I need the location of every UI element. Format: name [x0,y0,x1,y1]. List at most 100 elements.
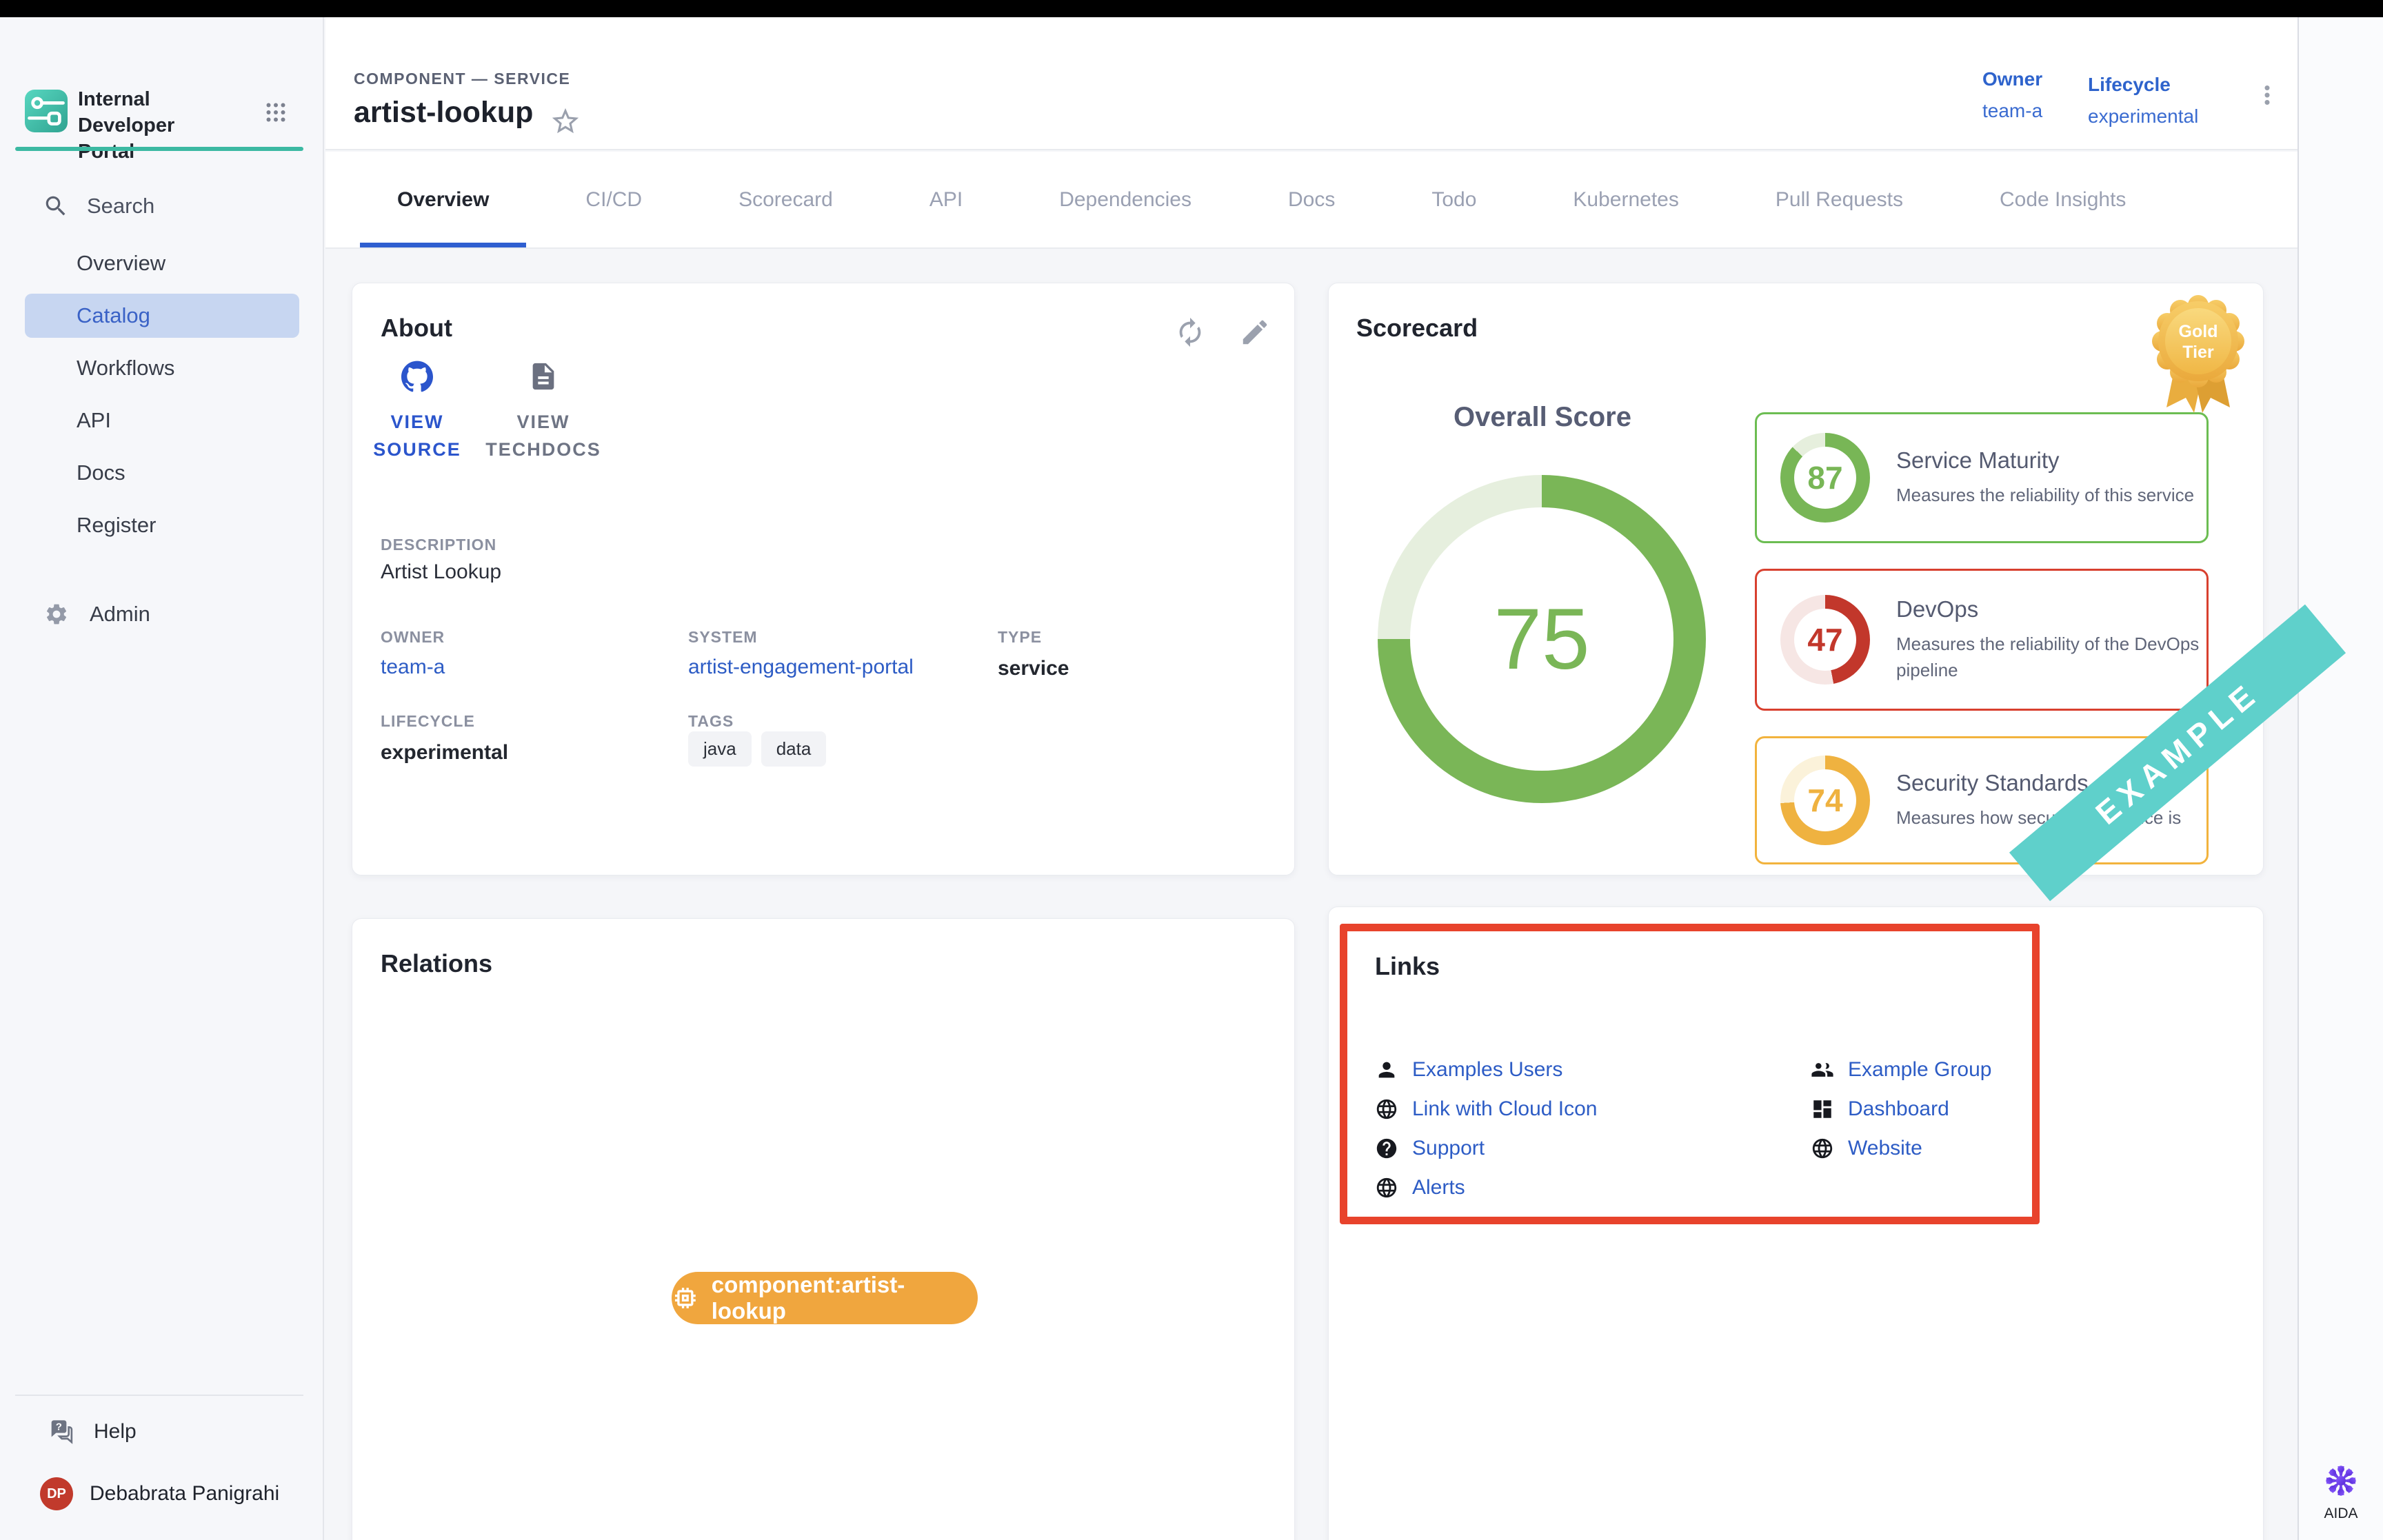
links-heading: Links [1375,952,1440,981]
lifecycle-field-value: experimental [381,741,508,764]
link-support[interactable]: Support [1375,1128,1597,1168]
link-dashboard[interactable]: Dashboard [1811,1089,1991,1128]
favorite-star-icon[interactable] [550,105,581,137]
relations-entity-chip[interactable]: component:artist-lookup [672,1272,978,1324]
sidebar-item-api[interactable]: API [25,398,299,443]
links-column-right: Example Group Dashboard We [1811,1050,1991,1168]
owner-field-link[interactable]: team-a [381,656,445,679]
document-icon [527,361,559,392]
about-heading: About [381,314,452,343]
help-label: Help [94,1420,137,1443]
app-logo[interactable] [25,90,68,132]
breadcrumb: COMPONENT — SERVICE [354,70,570,88]
system-field-link[interactable]: artist-engagement-portal [688,656,914,679]
tab-kubernetes[interactable]: Kubernetes [1525,152,1727,247]
globe-icon [1375,1097,1398,1121]
link-website[interactable]: Website [1811,1128,1991,1168]
tab-api[interactable]: API [881,152,1011,247]
type-field-value: service [998,657,1069,680]
links-column-left: Examples Users Link with Cloud Icon [1375,1050,1597,1207]
tab-todo[interactable]: Todo [1383,152,1525,247]
tab-code-insights[interactable]: Code Insights [1951,152,2174,247]
dashboard-icon [1811,1097,1834,1121]
tags-row: java data [688,731,826,767]
lifecycle-value: experimental [2088,105,2198,128]
tab-scorecard[interactable]: Scorecard [690,152,881,247]
lifecycle-field-label: LIFECYCLE [381,712,475,731]
aida-label: AIDA [2324,1506,2357,1522]
sidebar-item-overview[interactable]: Overview [25,241,299,285]
tab-overview[interactable]: Overview [349,152,537,247]
score-title: DevOps [1896,596,2206,622]
help-chat-icon: ? [47,1418,74,1446]
link-alerts[interactable]: Alerts [1375,1168,1597,1207]
view-techdocs-button[interactable]: VIEW TECHDOCS [481,361,605,463]
main-area: COMPONENT — SERVICE artist-lookup Owner … [325,17,2297,1540]
link-cloud[interactable]: Link with Cloud Icon [1375,1089,1597,1128]
edit-pencil-icon[interactable] [1239,316,1271,348]
sidebar-divider [15,1395,303,1396]
link-examples-users[interactable]: Examples Users [1375,1050,1597,1089]
content-area: About VIEW SOURCE [325,250,2297,1540]
svg-text:?: ? [56,1421,62,1433]
tab-pull-requests[interactable]: Pull Requests [1727,152,1951,247]
tag-chip: java [688,731,752,767]
right-rail: AIDA [2297,17,2383,1540]
link-example-group[interactable]: Example Group [1811,1050,1991,1089]
top-black-bar [0,0,2383,17]
score-ring: 47 [1780,595,1870,685]
sidebar-item-docs[interactable]: Docs [25,451,299,495]
page-title: artist-lookup [354,96,533,130]
relations-chip-label: component:artist-lookup [712,1272,978,1324]
sidebar: Internal Developer Portal Search Overvie… [0,17,324,1540]
sidebar-search[interactable]: Search [43,193,154,219]
group-icon [1811,1058,1834,1082]
sidebar-accent-divider [15,147,303,151]
about-card: About VIEW SOURCE [352,283,1295,875]
scorecard-card: Scorecard [1328,283,2264,875]
score-item-devops[interactable]: 47 DevOps Measures the reliability of th… [1755,569,2209,711]
refresh-icon[interactable] [1174,316,1206,348]
user-icon [1375,1058,1398,1082]
apps-grid-icon[interactable] [263,100,288,125]
search-icon [43,193,69,219]
sidebar-help[interactable]: ? Help [47,1418,137,1446]
lifecycle-meta: Lifecycle experimental [2088,74,2198,128]
tag-chip: data [761,731,827,767]
more-options-icon[interactable] [2253,81,2282,110]
gear-icon [44,602,69,627]
owner-value-link[interactable]: team-a [1982,100,2042,122]
tab-dependencies[interactable]: Dependencies [1011,152,1240,247]
about-actions [1174,316,1271,348]
tab-docs[interactable]: Docs [1240,152,1383,247]
sidebar-item-register[interactable]: Register [25,503,299,547]
gold-tier-badge: Gold Tier [2143,292,2253,417]
sidebar-item-workflows[interactable]: Workflows [25,346,299,390]
sidebar-item-admin[interactable]: Admin [44,602,150,627]
badge-line1: Gold [2179,322,2218,341]
score-title: Service Maturity [1896,447,2206,474]
app-title: Internal Developer Portal [78,86,230,165]
view-techdocs-label: VIEW TECHDOCS [481,408,605,463]
owner-meta: Owner team-a [1982,68,2042,122]
globe-icon [1811,1137,1834,1160]
score-ring: 74 [1780,756,1870,845]
app-root: Internal Developer Portal Search Overvie… [0,0,2383,1540]
system-field-label: SYSTEM [688,628,758,647]
overall-gauge: 75 [1378,475,1706,803]
tab-cicd[interactable]: CI/CD [537,152,690,247]
sidebar-nav: Overview Catalog Workflows API Docs Regi… [25,241,299,556]
relations-card: Relations component:artist-lookup [352,918,1295,1540]
view-source-button[interactable]: VIEW SOURCE [355,361,479,463]
aida-button[interactable]: AIDA [2299,1461,2383,1522]
user-menu[interactable]: DP Debabrata Panigrahi [40,1477,279,1510]
admin-label: Admin [90,602,150,627]
score-ring: 87 [1780,433,1870,523]
lifecycle-label: Lifecycle [2088,74,2198,96]
globe-icon [1375,1176,1398,1199]
score-item-service-maturity[interactable]: 87 Service Maturity Measures the reliabi… [1755,412,2209,543]
badge-line2: Tier [2182,343,2214,362]
sidebar-item-catalog[interactable]: Catalog [25,294,299,338]
scorecard-heading: Scorecard [1356,314,1478,343]
tags-field-label: TAGS [688,712,734,731]
